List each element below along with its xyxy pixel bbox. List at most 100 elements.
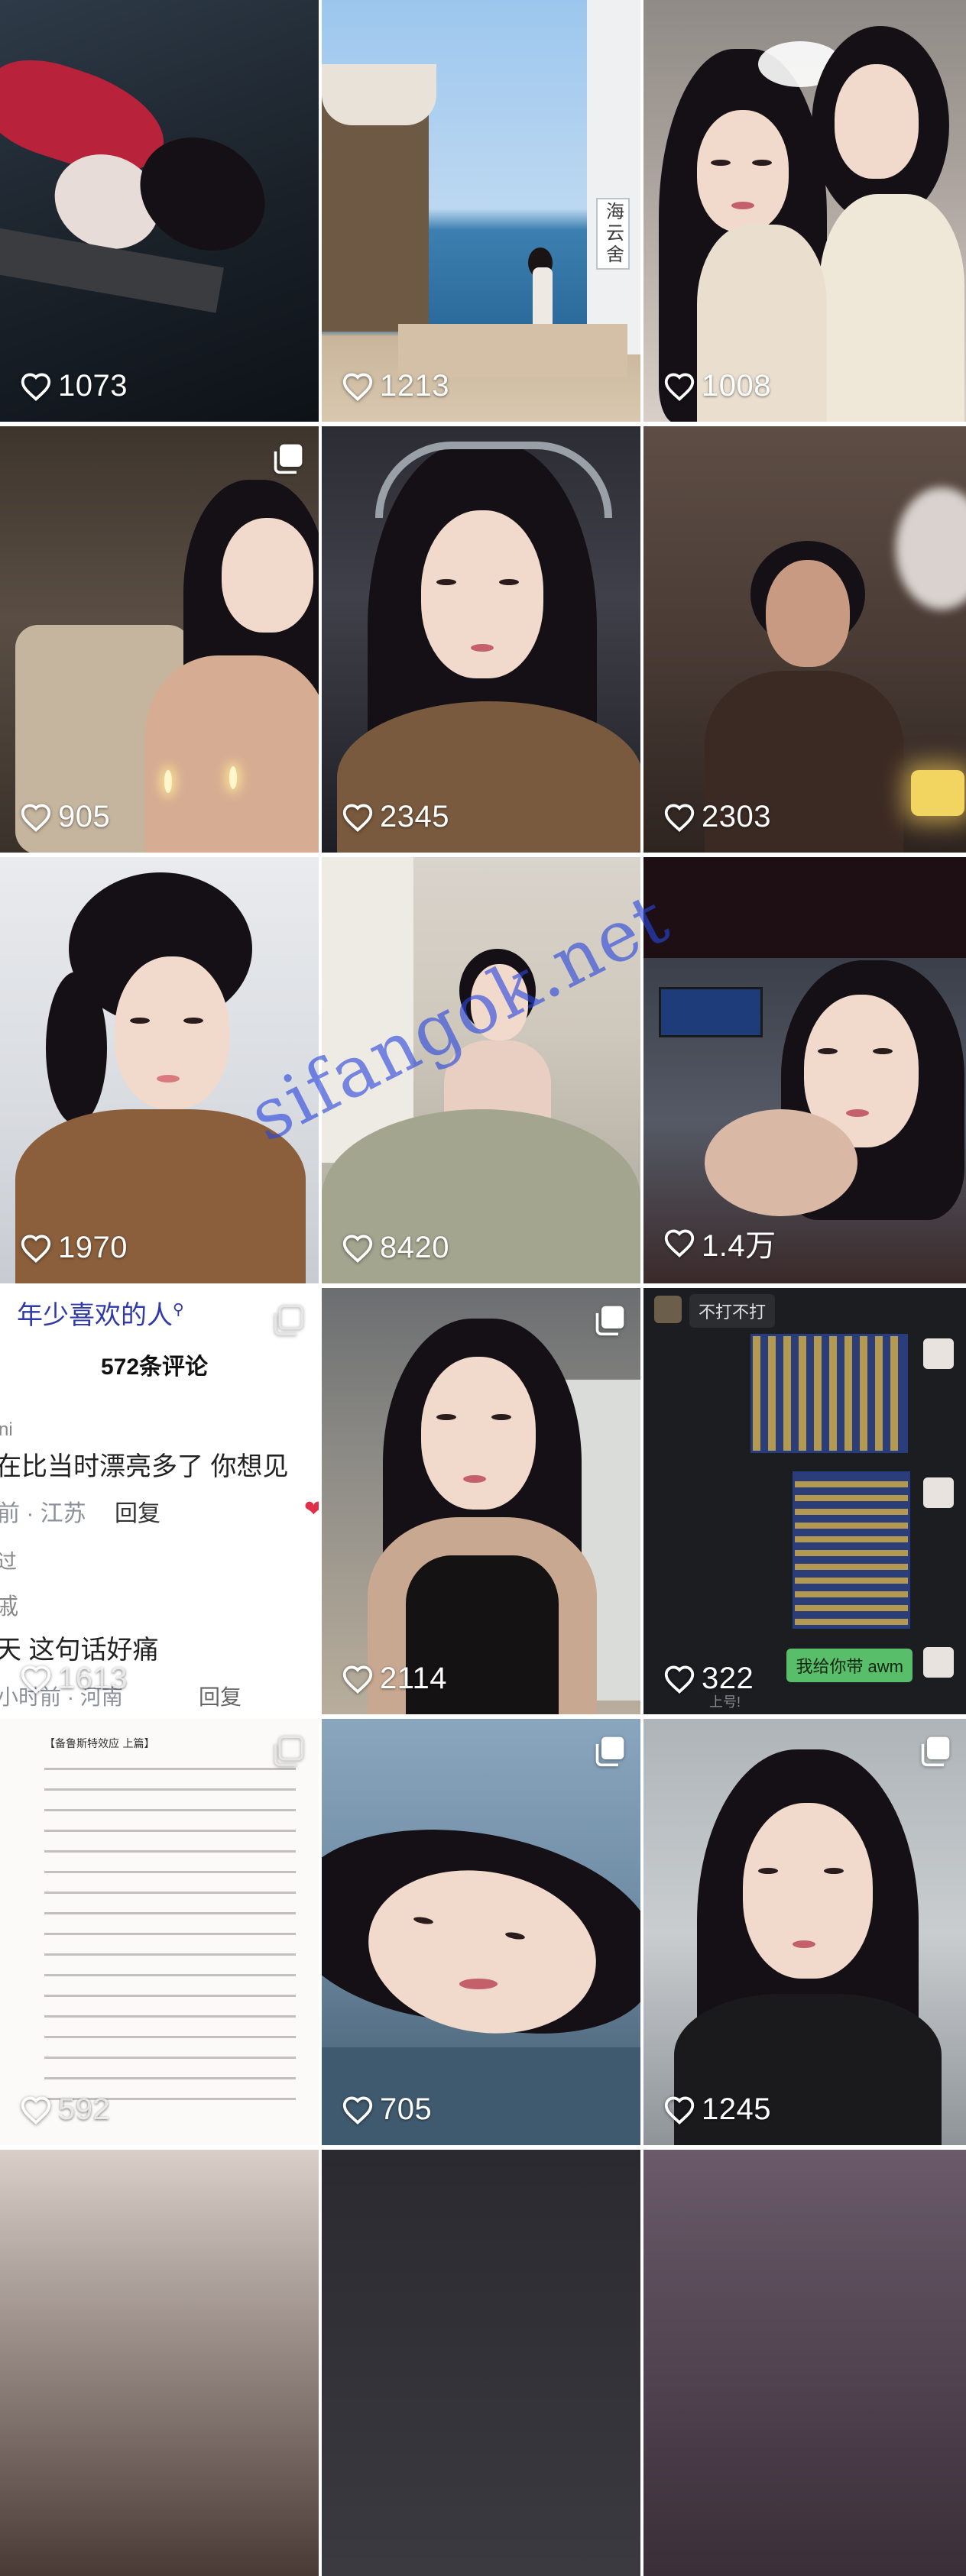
like-count-text: 2345 (380, 800, 449, 833)
comment-username: 过 (0, 1550, 18, 1573)
multi-image-icon (271, 442, 305, 475)
multi-image-icon (271, 1303, 305, 1337)
post-image (322, 1719, 640, 2145)
post-grid: 1073 海云舍 1213 1008 905 2345 2303 1970 84… (0, 0, 966, 2576)
post-image: 【备鲁斯特效应 上篇】 (0, 1719, 319, 2145)
post-image: 不打不打 我给你带 awm 上号! (643, 1288, 966, 1714)
heart-icon (342, 2095, 374, 2125)
avatar (923, 1647, 954, 1678)
search-icon: ⚲ (173, 1301, 184, 1319)
like-count: 905 (20, 800, 110, 834)
avatar (654, 1296, 682, 1323)
like-count: 1213 (342, 369, 449, 403)
avatar (923, 1477, 954, 1508)
comment-title-text: 年少喜欢的人 (17, 1301, 173, 1330)
like-count: 1613 (20, 1662, 128, 1696)
post-thumbnail[interactable]: 不打不打 我给你带 awm 上号! 322 (643, 1288, 966, 1714)
chat-image (750, 1334, 908, 1453)
chat-message: 我给你带 awm (786, 1649, 913, 1682)
like-count: 8420 (342, 1231, 449, 1265)
post-thumbnail[interactable]: 8420 (322, 857, 640, 1283)
post-image (322, 1288, 640, 1714)
heart-icon (342, 803, 374, 832)
heart-icon (663, 803, 695, 832)
like-count-text: 1970 (58, 1231, 128, 1264)
comment-count: 572条评论 (101, 1354, 209, 1380)
like-count-text: 1.4万 (702, 1229, 776, 1263)
like-count: 2345 (342, 800, 449, 834)
post-image: 海云舍 (322, 0, 640, 422)
post-thumbnail[interactable] (0, 2150, 319, 2576)
post-thumbnail[interactable]: 705 (322, 1719, 640, 2145)
post-thumbnail[interactable] (322, 2150, 640, 2576)
post-thumbnail[interactable]: 2345 (322, 426, 640, 853)
like-count-text: 1613 (58, 1662, 128, 1695)
post-image (322, 857, 640, 1283)
heart-icon (20, 1665, 52, 1694)
post-thumbnail[interactable]: 1008 (643, 0, 966, 422)
post-thumbnail[interactable]: 年少喜欢的人⚲ 572条评论 ni 在比当时漂亮多了 你想见 前 · 江苏 回复… (0, 1288, 319, 1714)
novel-heading: 【备鲁斯特效应 上篇】 (44, 1738, 155, 1750)
like-count: 2303 (663, 800, 771, 834)
heart-icon (20, 1234, 52, 1263)
like-heart-icon: ❤ (303, 1497, 319, 1522)
like-count-text: 705 (380, 2092, 433, 2126)
multi-image-icon (593, 1303, 627, 1337)
like-count-text: 1245 (702, 2092, 771, 2126)
post-image (643, 2150, 966, 2576)
post-image (643, 0, 966, 422)
like-count-text: 2114 (380, 1662, 448, 1695)
like-count-text: 1008 (702, 369, 771, 403)
heart-icon (663, 1228, 695, 1257)
post-image (643, 426, 966, 853)
comment-video-title: 年少喜欢的人⚲ (17, 1294, 184, 1332)
post-thumbnail[interactable] (643, 2150, 966, 2576)
like-count-text: 1073 (58, 369, 128, 403)
heart-icon (342, 1665, 374, 1694)
post-thumbnail[interactable]: 1073 (0, 0, 319, 422)
post-thumbnail[interactable]: 海云舍 1213 (322, 0, 640, 422)
like-count: 1008 (663, 369, 771, 403)
like-count-text: 8420 (380, 1231, 449, 1264)
like-count: 705 (342, 2092, 432, 2127)
post-image (322, 2150, 640, 2576)
like-count-text: 592 (58, 2092, 111, 2126)
like-count: 1970 (20, 1231, 128, 1265)
multi-image-icon (271, 1734, 305, 1768)
post-thumbnail[interactable]: 905 (0, 426, 319, 853)
post-thumbnail[interactable]: 2303 (643, 426, 966, 853)
post-image (643, 857, 966, 1283)
post-thumbnail[interactable]: 1.4万 (643, 857, 966, 1283)
heart-icon (20, 803, 52, 832)
reply-button: 回复 (115, 1501, 160, 1526)
post-image (643, 1719, 966, 2145)
novel-text-block (44, 1762, 296, 2115)
comment-text: 天 这句话好痛 (0, 1636, 159, 1665)
reply-button: 回复 (199, 1685, 242, 1709)
building-sign: 海云舍 (606, 202, 624, 265)
post-thumbnail[interactable]: 2114 (322, 1288, 640, 1714)
chat-image (793, 1471, 910, 1629)
chat-message: 不打不打 (689, 1294, 776, 1328)
post-image (0, 426, 319, 853)
heart-icon (663, 1665, 695, 1694)
multi-image-icon (593, 1734, 627, 1768)
post-thumbnail[interactable]: 1970 (0, 857, 319, 1283)
post-thumbnail[interactable]: 1245 (643, 1719, 966, 2145)
post-image (0, 857, 319, 1283)
comment-text: 在比当时漂亮多了 你想见 (0, 1452, 289, 1481)
multi-image-icon (919, 1734, 952, 1768)
like-count: 322 (663, 1662, 754, 1696)
like-count: 592 (20, 2092, 110, 2127)
like-count-text: 1213 (380, 369, 449, 403)
like-count: 1073 (20, 369, 128, 403)
heart-icon (663, 372, 695, 401)
comment-meta: 前 · 江苏 (0, 1501, 86, 1526)
like-count-text: 2303 (702, 800, 771, 833)
heart-icon (663, 2095, 695, 2125)
comment-username: ni (0, 1419, 13, 1440)
comment-username: 戚 (0, 1594, 18, 1620)
heart-icon (342, 372, 374, 401)
post-thumbnail[interactable]: 【备鲁斯特效应 上篇】 592 (0, 1719, 319, 2145)
like-count: 1.4万 (663, 1221, 776, 1265)
